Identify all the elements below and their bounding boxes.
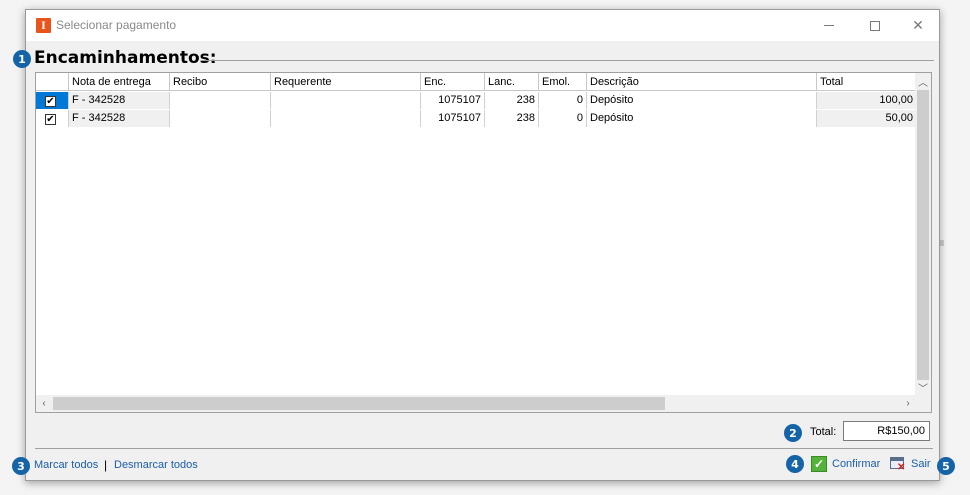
column-header-emol[interactable]: Emol. [539,73,587,91]
column-header-nota[interactable]: Nota de entrega [69,73,170,91]
horizontal-scroll-thumb[interactable] [53,397,665,410]
section-title: Encaminhamentos: [34,48,217,68]
checkmark-icon: ✓ [811,456,827,472]
horizontal-scrollbar[interactable]: ‹ › [36,395,916,412]
scroll-right-icon[interactable]: › [900,395,916,412]
cell-lanc: 238 [485,92,539,109]
scroll-down-icon[interactable]: ﹀ [915,379,931,395]
callout-badge: 3 [12,457,30,475]
footer-divider [35,448,933,449]
grid-header: Nota de entrega Recibo Requerente Enc. L… [36,73,916,91]
cell-total: 100,00 [817,92,916,109]
checkbox-checked-icon[interactable]: ✔ [45,114,56,125]
cell-total: 50,00 [817,110,916,127]
column-header-descricao[interactable]: Descrição [587,73,817,91]
callout-badge: 2 [784,424,802,442]
background-mark [940,240,944,246]
cell-emol: 0 [539,110,587,127]
cell-nota: F - 342528 [69,110,170,127]
minimize-button[interactable] [806,10,852,41]
app-logo-icon: I [36,18,51,33]
link-separator: | [104,458,108,472]
close-icon: ✕ [912,17,924,33]
cell-requerente [271,110,421,127]
callout-badge: 4 [786,455,804,473]
exit-window-icon: ✕ [890,456,906,473]
row-checkbox-cell[interactable]: ✔ [36,92,69,109]
cell-recibo [170,92,271,109]
scroll-up-icon[interactable]: ︿ [915,73,931,89]
confirm-label: Confirmar [832,458,881,470]
total-label: Total: [810,426,837,438]
window-title: Selecionar pagamento [56,18,177,32]
cell-lanc: 238 [485,110,539,127]
cell-requerente [271,92,421,109]
cell-nota: F - 342528 [69,92,170,109]
mark-all-link[interactable]: Marcar todos [34,459,98,471]
title-bar[interactable]: I Selecionar pagamento ✕ [26,10,939,41]
vertical-scroll-thumb[interactable] [917,90,929,380]
column-header-enc[interactable]: Enc. [421,73,485,91]
exit-button[interactable]: ✕ Sair [890,456,931,473]
column-header-total[interactable]: Total [817,73,916,91]
close-button[interactable]: ✕ [895,10,941,41]
table-row[interactable]: ✔ F - 342528 1075107 238 0 Depósito 100,… [36,92,916,109]
column-header-recibo[interactable]: Recibo [170,73,271,91]
column-header-check[interactable] [36,73,69,91]
cell-emol: 0 [539,92,587,109]
scroll-corner [915,395,931,412]
exit-label: Sair [911,458,931,470]
callout-badge: 1 [13,50,31,68]
cell-descricao: Depósito [587,92,817,109]
maximize-button[interactable] [852,10,898,41]
callout-badge: 5 [937,457,955,475]
cell-recibo [170,110,271,127]
checkbox-checked-icon[interactable]: ✔ [45,96,56,107]
total-value-field: R$150,00 [843,421,930,441]
payment-dialog: I Selecionar pagamento ✕ Encaminhamentos… [25,9,940,481]
column-header-lanc[interactable]: Lanc. [485,73,539,91]
confirm-button[interactable]: ✓ Confirmar [811,456,880,472]
cell-enc: 1075107 [421,92,485,109]
column-header-requerente[interactable]: Requerente [271,73,421,91]
row-checkbox-cell[interactable]: ✔ [36,110,69,127]
maximize-icon [870,20,880,31]
cell-enc: 1075107 [421,110,485,127]
forwarding-grid[interactable]: Nota de entrega Recibo Requerente Enc. L… [35,72,932,413]
cell-descricao: Depósito [587,110,817,127]
table-row[interactable]: ✔ F - 342528 1075107 238 0 Depósito 50,0… [36,110,916,127]
minimize-icon [824,25,834,26]
section-divider [201,60,934,61]
scroll-left-icon[interactable]: ‹ [36,395,52,412]
vertical-scrollbar[interactable]: ︿ ﹀ [915,73,931,396]
unmark-all-link[interactable]: Desmarcar todos [114,459,198,471]
